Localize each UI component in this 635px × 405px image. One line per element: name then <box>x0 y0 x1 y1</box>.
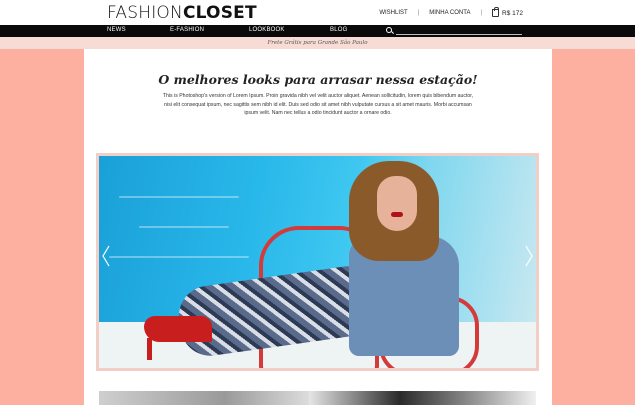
slider-prev-button[interactable] <box>101 245 111 267</box>
intro-text: This is Photoshop's version of Lorem Ips… <box>162 93 474 116</box>
pool-ripple <box>119 196 239 198</box>
site-logo[interactable]: FASHIONCLOSET <box>107 3 257 23</box>
my-account-link[interactable]: MINHA CONTA <box>429 10 470 16</box>
search-icon[interactable] <box>386 27 392 33</box>
wishlist-link[interactable]: WISHLIST <box>379 10 407 16</box>
logo-text-bold: CLOSET <box>182 3 257 23</box>
link-separator: | <box>480 10 483 16</box>
nav-item-news[interactable]: NEWS <box>107 27 126 33</box>
lookbook-thumbnail[interactable] <box>309 391 536 405</box>
top-header: FASHIONCLOSET WISHLIST | MINHA CONTA | R… <box>0 0 635 25</box>
model-face <box>377 176 417 231</box>
hero-slider[interactable] <box>96 153 539 371</box>
cart-total: R$ 172 <box>502 9 523 17</box>
lookbook-strip <box>99 391 536 405</box>
model-lips <box>391 212 403 217</box>
account-links: WISHLIST | MINHA CONTA | R$ 172 <box>379 7 523 17</box>
nav-item-blog[interactable]: BLOG <box>330 27 347 33</box>
page-headline: O melhores looks para arrasar nessa esta… <box>158 72 478 87</box>
shopping-bag-icon <box>492 7 500 17</box>
hero-image <box>99 156 536 368</box>
lookbook-thumbnail[interactable] <box>99 391 309 405</box>
nav-item-lookbook[interactable]: LOOKBOOK <box>249 27 285 33</box>
pool-ripple <box>139 226 229 228</box>
nav-item-e-fashion[interactable]: E-FASHION <box>170 27 204 33</box>
pool-ripple <box>109 256 249 258</box>
search-input[interactable] <box>396 34 522 35</box>
chevron-right-icon <box>525 245 533 267</box>
main-content: O melhores looks para arrasar nessa esta… <box>84 49 552 405</box>
main-navigation: NEWS E-FASHION LOOKBOOK BLOG <box>0 25 635 37</box>
red-heel-shoe <box>144 316 212 342</box>
promo-banner: Frete Grátis para Grande São Paulo <box>0 37 635 49</box>
cart-button[interactable]: R$ 172 <box>492 7 523 17</box>
shoe-heel <box>147 338 152 360</box>
link-separator: | <box>417 10 420 16</box>
slider-next-button[interactable] <box>524 245 534 267</box>
chevron-left-icon <box>102 245 110 267</box>
logo-text-light: FASHION <box>107 3 183 23</box>
search-bar[interactable] <box>384 26 522 36</box>
